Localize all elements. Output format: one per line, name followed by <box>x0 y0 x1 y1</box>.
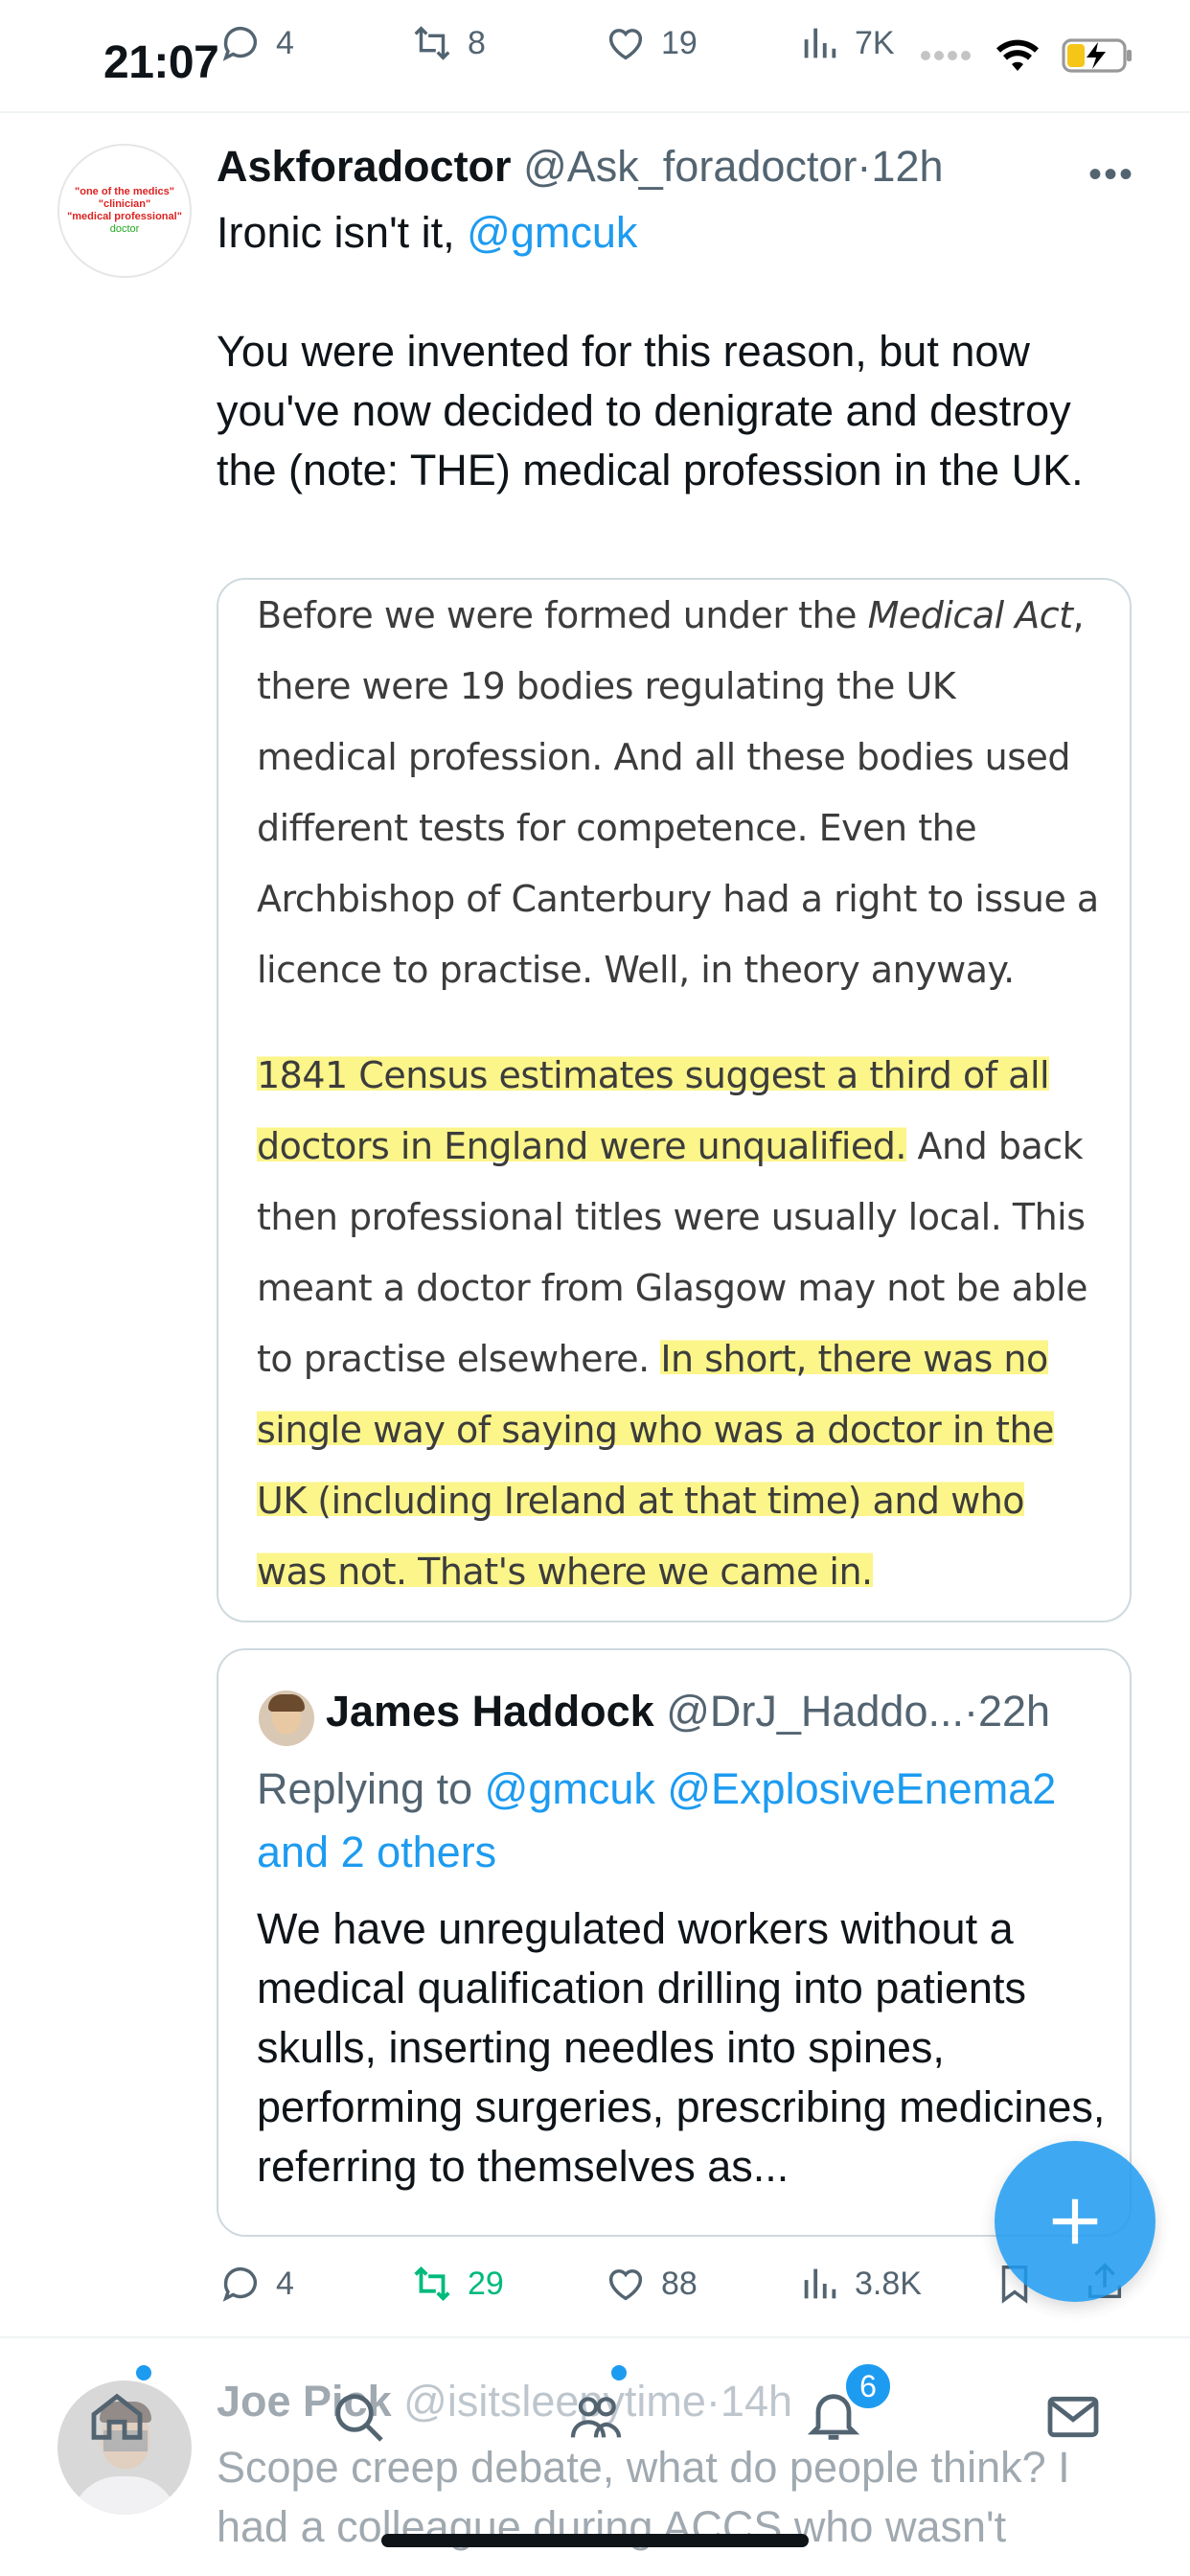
tweet-timestamp[interactable]: 12h <box>871 142 943 191</box>
tab-home[interactable] <box>79 2379 155 2455</box>
image-text-run: , there were 19 bodies regulating the UK… <box>257 594 1099 991</box>
reply-icon <box>222 27 258 61</box>
prev-repost-button[interactable]: 8 <box>410 21 486 65</box>
avatar-text-line: "one of the medics" <box>75 186 174 197</box>
tweet-text-paragraph: You were invented for this reason, but n… <box>217 327 1084 494</box>
reply-count: 4 <box>276 2265 294 2302</box>
views-count: 3.8K <box>855 2265 922 2302</box>
like-button[interactable]: 88 <box>604 2262 698 2306</box>
author-handle[interactable]: @Ask_foradoctor <box>523 142 857 191</box>
reply-icon <box>222 2267 258 2302</box>
quoted-author-name: James Haddock <box>326 1687 654 1736</box>
tweet-text-line1: Ironic isn't it, <box>217 208 468 257</box>
image-paragraph-1: Before we were formed under the Medical … <box>257 580 1100 1005</box>
image-text-run: Before we were formed under the <box>257 594 868 636</box>
repost-count: 29 <box>468 2265 504 2302</box>
quoted-author-handle: @DrJ_Haddo... <box>666 1687 964 1736</box>
avatar-text-line: "medical professional" <box>67 211 182 222</box>
prev-views-button[interactable]: 7K <box>797 21 895 65</box>
repost-icon <box>414 26 450 60</box>
avatar-text-line: "clinician" <box>98 198 151 210</box>
replying-to: Replying to @gmcuk @ExplosiveEnema2 and … <box>257 1758 1100 1884</box>
like-icon <box>608 2269 643 2301</box>
quoted-tweet[interactable]: James Haddock @DrJ_Haddo...·22h Replying… <box>217 1648 1132 2237</box>
views-icon <box>804 28 836 58</box>
compose-button[interactable] <box>995 2141 1156 2302</box>
prev-views-count: 7K <box>855 24 895 61</box>
image-paragraph-2: 1841 Census estimates suggest a third of… <box>257 1040 1100 1607</box>
home-icon <box>91 2393 143 2440</box>
search-icon <box>335 2394 383 2442</box>
quoted-tweet-header: James Haddock @DrJ_Haddo...·22h <box>326 1687 1050 1736</box>
reply-button[interactable]: 4 <box>218 2262 294 2306</box>
like-count: 88 <box>661 2265 698 2302</box>
views-button[interactable]: 3.8K <box>797 2262 922 2306</box>
views-icon <box>804 2268 836 2299</box>
like-icon <box>608 29 643 60</box>
quoted-tweet-text: We have unregulated workers without a me… <box>257 1904 1106 2191</box>
prev-like-button[interactable]: 19 <box>604 21 698 65</box>
mention-link[interactable]: @gmcuk <box>467 208 637 257</box>
prev-repost-count: 8 <box>468 24 486 61</box>
prev-reply-button[interactable]: 4 <box>218 21 294 65</box>
repost-button[interactable]: 29 <box>410 2262 504 2306</box>
wifi-icon <box>996 39 1039 71</box>
battery-charging-icon <box>1062 38 1132 73</box>
tab-search[interactable] <box>320 2379 397 2455</box>
repost-icon <box>414 2266 450 2302</box>
author-avatar[interactable]: "one of the medics" "clinician" "medical… <box>57 144 192 278</box>
tweet-header: Askforadoctor @Ask_foradoctor·12h <box>217 142 944 192</box>
home-indicator <box>381 2534 809 2547</box>
quoted-separator: · <box>964 1687 978 1736</box>
quoted-author-avatar <box>259 1690 314 1746</box>
author-name[interactable]: Askforadoctor <box>217 142 512 191</box>
replying-to-label: Replying to <box>257 1764 485 1813</box>
prev-like-count: 19 <box>661 24 698 61</box>
image-text-italic: Medical Act <box>867 594 1073 636</box>
communities-icon <box>570 2397 622 2438</box>
tab-communities[interactable] <box>558 2379 634 2455</box>
prev-reply-count: 4 <box>276 24 294 61</box>
more-icon[interactable]: ••• <box>1088 153 1134 196</box>
avatar-text-line: doctor <box>109 223 140 235</box>
compose-icon <box>1052 2198 1098 2244</box>
tweet-text: Ironic isn't it, @gmcuk You were invente… <box>217 203 1136 560</box>
notifications-badge: 6 <box>843 2361 893 2411</box>
status-icons <box>920 36 1134 75</box>
cellular-signal-icon <box>921 51 971 60</box>
status-bar: 21:07 4 8 19 7K <box>0 0 1190 113</box>
image-text: Before we were formed under the Medical … <box>257 580 1100 1607</box>
tab-messages[interactable] <box>1035 2379 1111 2455</box>
tweet-image[interactable]: Before we were formed under the Medical … <box>217 578 1132 1622</box>
messages-icon <box>1047 2396 1099 2438</box>
quoted-timestamp: 22h <box>978 1687 1051 1736</box>
header-separator: · <box>857 142 872 191</box>
